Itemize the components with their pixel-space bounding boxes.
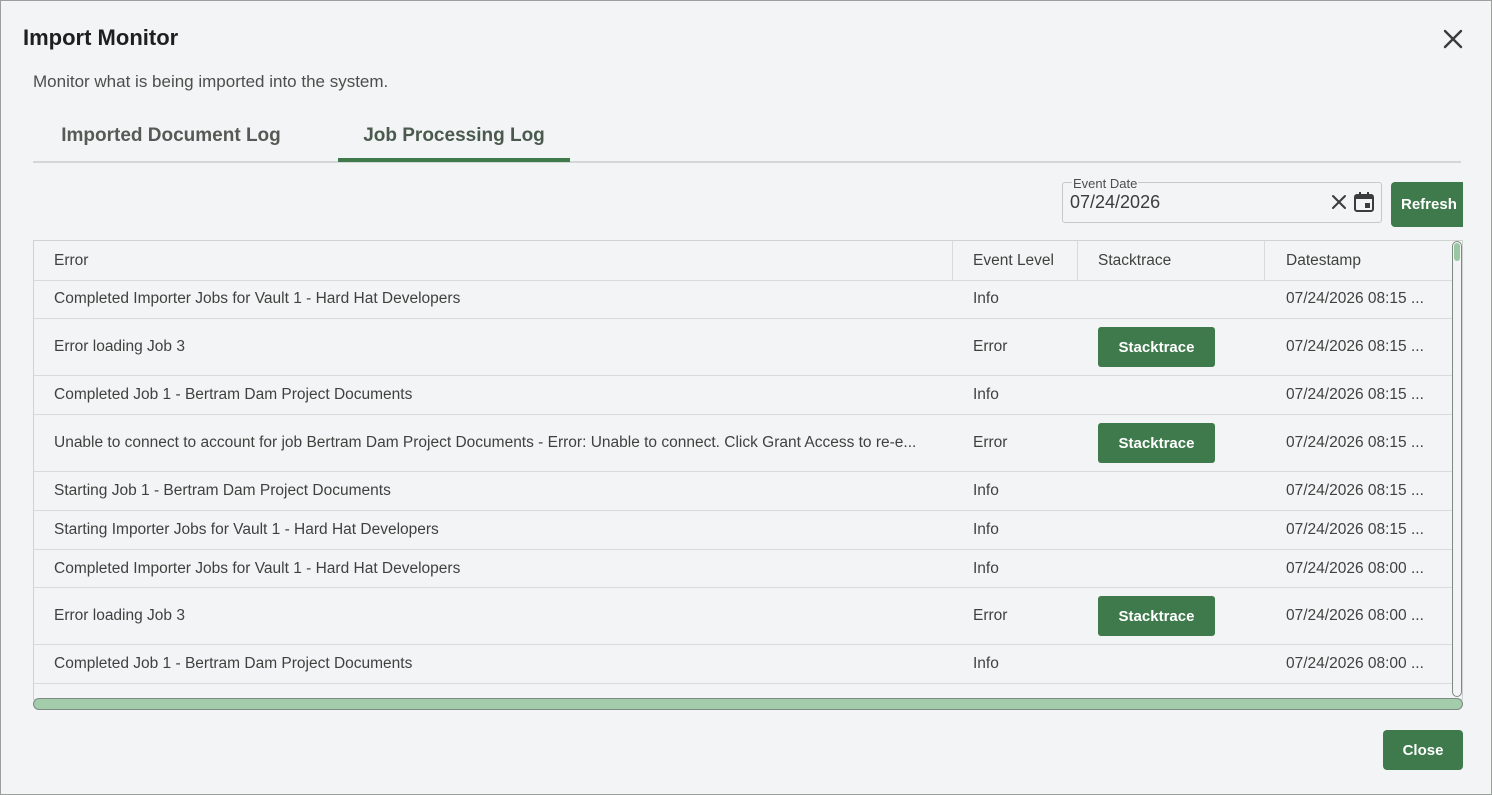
event-date-field[interactable]: Event Date: [1062, 177, 1382, 223]
column-header-event-level[interactable]: Event Level: [973, 241, 1083, 280]
stacktrace-button[interactable]: Stacktrace: [1098, 423, 1215, 463]
event-level-cell: Error: [973, 434, 1008, 451]
stacktrace-cell: [1098, 280, 1278, 318]
datestamp-cell: 07/24/2026 08:15 ...: [1286, 386, 1424, 403]
table-row[interactable]: Starting Job 1 - Bertram Dam Project Doc…: [34, 472, 1454, 511]
tab-job-processing-log[interactable]: Job Processing Log: [338, 113, 570, 162]
error-cell: Completed Job 1 - Bertram Dam Project Do…: [54, 655, 413, 672]
datestamp-cell: 07/24/2026 08:15 ...: [1286, 434, 1424, 451]
table-row[interactable]: Completed Importer Jobs for Vault 1 - Ha…: [34, 550, 1454, 588]
table-row[interactable]: Error loading Job 3 Error Stacktrace 07/24/…: [34, 588, 1454, 645]
stacktrace-cell: [1098, 511, 1278, 549]
error-cell: Error loading Job 3: [54, 607, 185, 624]
dialog-title: Import Monitor: [23, 25, 179, 50]
close-icon[interactable]: [1439, 25, 1467, 53]
datestamp-cell: 07/24/2026 08:15 ...: [1286, 482, 1424, 499]
event-date-input[interactable]: [1070, 192, 1310, 213]
event-date-label: Event Date: [1072, 176, 1139, 191]
error-cell: Unable to connect to account for job Ber…: [54, 434, 917, 451]
error-cell: Completed Importer Jobs for Vault 1 - Ha…: [54, 559, 461, 577]
error-cell: Completed Job 1 - Bertram Dam Project Do…: [54, 386, 413, 403]
dialog-subtitle: Monitor what is being imported into the …: [33, 72, 389, 91]
clear-icon[interactable]: [1330, 193, 1348, 211]
vertical-scroll-thumb[interactable]: [1454, 243, 1460, 261]
horizontal-scrollbar[interactable]: [33, 698, 1463, 710]
column-header-error[interactable]: Error: [54, 241, 934, 280]
event-level-cell: Info: [973, 559, 999, 577]
vertical-scrollbar[interactable]: [1452, 241, 1462, 697]
stacktrace-button[interactable]: Stacktrace: [1098, 327, 1215, 367]
calendar-icon[interactable]: [1353, 191, 1375, 213]
error-cell: Starting Importer Jobs for Vault 1 - Har…: [54, 521, 439, 538]
grid-header-row: Error Event Level Stacktrace Datestamp: [34, 241, 1454, 281]
table-row[interactable]: Starting Importer Jobs for Vault 1 - Har…: [34, 511, 1454, 550]
close-button[interactable]: Close: [1383, 730, 1463, 770]
stacktrace-cell: Stacktrace: [1098, 588, 1278, 644]
error-cell: Starting Job 1 - Bertram Dam Project Doc…: [54, 482, 391, 499]
event-level-cell: Info: [973, 521, 999, 538]
event-level-cell: Info: [973, 482, 999, 499]
datestamp-cell: 07/24/2026 08:15 ...: [1286, 290, 1424, 307]
stacktrace-cell: Stacktrace: [1098, 319, 1278, 375]
stacktrace-cell: [1098, 376, 1278, 414]
tab-imported-document-log[interactable]: Imported Document Log: [33, 113, 309, 159]
event-level-cell: Info: [973, 655, 999, 672]
tab-bar: Imported Document Log Job Processing Log: [33, 113, 1461, 163]
import-monitor-dialog: Import Monitor Monitor what is being imp…: [0, 0, 1492, 795]
datestamp-cell: 07/24/2026 08:15 ...: [1286, 338, 1424, 355]
stacktrace-button[interactable]: Stacktrace: [1098, 596, 1215, 636]
datestamp-cell: 07/24/2026 08:00 ...: [1286, 559, 1424, 577]
event-level-cell: Info: [973, 386, 999, 403]
table-row[interactable]: Error loading Job 3 Error Stacktrace 07/24/…: [34, 319, 1454, 376]
table-row[interactable]: Completed Job 1 - Bertram Dam Project Do…: [34, 645, 1454, 684]
datestamp-cell: 07/24/2026 08:00 ...: [1286, 607, 1424, 624]
stacktrace-cell: [1098, 472, 1278, 510]
table-row[interactable]: Unable to connect to account for job Ber…: [34, 415, 1454, 472]
event-level-cell: Error: [973, 338, 1008, 355]
event-level-cell: Info: [973, 290, 999, 307]
job-log-grid: Error Event Level Stacktrace Datestamp C…: [33, 240, 1463, 700]
column-header-datestamp[interactable]: Datestamp: [1286, 241, 1446, 280]
stacktrace-cell: Stacktrace: [1098, 415, 1278, 471]
datestamp-cell: 07/24/2026 08:00 ...: [1286, 655, 1424, 672]
event-level-cell: Error: [973, 607, 1008, 624]
refresh-button[interactable]: Refresh: [1391, 182, 1463, 227]
stacktrace-cell: [1098, 645, 1278, 683]
table-row[interactable]: Completed Importer Jobs for Vault 1 - Ha…: [34, 280, 1454, 319]
error-cell: Completed Importer Jobs for Vault 1 - Ha…: [54, 290, 461, 307]
column-header-stacktrace[interactable]: Stacktrace: [1098, 241, 1278, 280]
datestamp-cell: 07/24/2026 08:15 ...: [1286, 521, 1424, 538]
stacktrace-cell: [1098, 550, 1278, 587]
table-row[interactable]: Completed Job 1 - Bertram Dam Project Do…: [34, 376, 1454, 415]
error-cell: Error loading Job 3: [54, 338, 185, 355]
